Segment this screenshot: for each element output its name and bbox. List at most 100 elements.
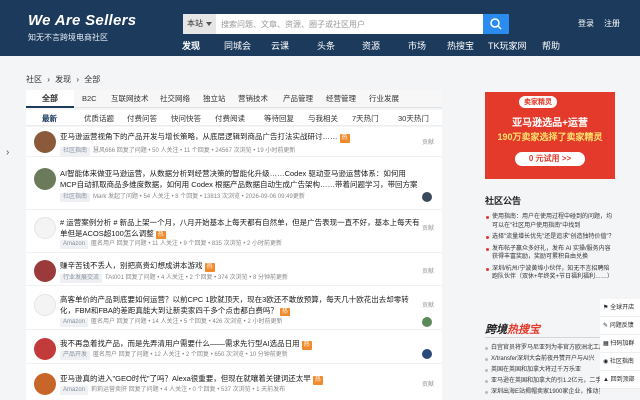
tab-30day-hot[interactable]: 30天热门 [398,113,429,124]
nav-resources[interactable]: 资源 [362,40,380,52]
post-title[interactable]: 亚马逊运营视角下的产品开发与增长策略，从底层逻辑到商品广告打法实战研讨…… 热 [60,131,420,143]
nav-meetup[interactable]: 同城会 [224,40,251,52]
list-item[interactable]: AI智能体来做亚马逊运营，从数据分析到经营决策的智能化升级……Codex 驱动亚… [26,164,442,210]
list-item[interactable]: # 运营案例分析 # 新品上架一个月，八月开始基本上每天都有自然单，但是广告表现… [26,213,442,253]
login-link[interactable]: 登录 [578,18,594,29]
post-tag[interactable]: Amazon [60,386,89,395]
list-item[interactable]: 赚辛苦钱不丢人，别把高贵幻想成讲本游戏热 行业发展交流 TAI001 回复了问题 … [26,256,442,286]
tab-b2c[interactable]: B2C [82,90,97,108]
tab-internet-tech[interactable]: 互联网技术 [111,90,149,108]
back-to-top-button[interactable]: ▲ 回到顶部 [600,371,640,389]
hotsearch-item[interactable]: 深圳出海E站揭帽卖家1900家企业，推动实…… [485,387,600,398]
search-scope-label: 本站 [187,19,203,28]
post-meta-text: 慧风666 回复了问题 • 50 人关注 • 11 个回复 • 24567 次浏… [93,148,296,154]
global-store-button[interactable]: ⚑ 全球开店 [600,299,640,317]
site-logo[interactable]: We Are Sellers 知无不言跨境电商社区 [28,13,136,43]
post-title[interactable]: AI智能体来做亚马逊运营，从数据分析到经营决策的智能化升级……Codex 驱动亚… [60,168,420,190]
post-tag[interactable]: Amazon [60,240,89,249]
post-tag[interactable]: 社区指南 [60,193,91,202]
hotsearch-item[interactable]: 白宫官员将罗马尼亚列为非官方欧洲北工厂之一 [485,343,600,354]
tab-quick-qa[interactable]: 快问快答 [171,113,201,124]
nav-market[interactable]: 市场 [408,40,426,52]
member-avatar[interactable] [422,317,432,327]
nav-cloud-class[interactable]: 云课 [271,40,289,52]
tab-paid-read[interactable]: 付费阅读 [215,113,245,124]
tab-awaiting-reply[interactable]: 等待回复 [264,113,294,124]
feedback-button[interactable]: ✎ 问题反馈 [600,317,640,335]
hotsearch-banner[interactable]: 跨境热搜宝 [485,320,615,338]
search-scope-select[interactable]: 本站 [183,14,216,34]
search-input[interactable] [219,14,481,34]
list-item[interactable]: 亚马逊运营视角下的产品开发与增长策略，从底层逻辑到商品广告打法实战研讨…… 热 社… [26,127,442,157]
list-item[interactable]: 我不再急着找产品，而是先弄清用户需要什么——需求先行型AI选品日用热 产品开发匿… [26,334,442,364]
guide-icon: ◉ [603,359,609,365]
post-title-text[interactable]: 我不再急着找产品，而是先弄清用户需要什么——需求先行型AI选品日用 [60,339,300,348]
tab-product-mgmt[interactable]: 产品管理 [283,90,313,108]
member-avatar[interactable] [422,192,432,202]
ad-line2: 190万卖家选择了卖家精灵 [497,132,603,142]
register-link[interactable]: 注册 [604,18,620,29]
hotsearch-item[interactable]: X/transfer深圳大会前夜丹赞开户与AI兴 [485,354,600,365]
post-title-text[interactable]: 亚马逊运营视角下的产品开发与增长策略，从底层逻辑到商品广告打法实战研讨…… [60,132,338,141]
post-title-text[interactable]: # 运营案例分析 # 新品上架一个月，八月开始基本上每天都有自然单，但是广告表现… [60,218,420,238]
ad-banner-seller-sprite[interactable]: 卖家精灵 亚马逊选品+运营 190万卖家选择了卖家精灵 0 元试用 >> [485,92,615,179]
post-title[interactable]: 赚辛苦钱不丢人，别把高贵幻想成讲本游戏热 [60,260,420,272]
hot-badge: 热 [339,134,350,143]
post-title[interactable]: 高客单价的产品到底要如何运营？以前CPC 1欧就顶天，现在3欧还不敢放预算，每天… [60,294,420,316]
avatar[interactable] [34,294,56,316]
tab-marketing-tech[interactable]: 营销技术 [238,90,268,108]
member-avatar[interactable] [422,349,432,359]
post-tag[interactable]: 行业发展交流 [60,274,103,283]
tab-industry[interactable]: 行业发展 [369,90,399,108]
tab-related[interactable]: 与我相关 [308,113,338,124]
notice-item[interactable]: 使用指南：用户在使用过程中碰到的问题，均可以在"社区用户使用指南"中找到 [485,213,615,230]
nav-headlines[interactable]: 头条 [317,40,335,52]
nav-tk-players[interactable]: TK玩家网 [488,40,527,52]
guide-button[interactable]: ◉ 社区指南 [600,353,640,371]
ad-trial-button[interactable]: 0 元试用 >> [515,152,585,166]
notice-item[interactable]: 深圳/杭州/宁波黄埠小伙伴，知无不言招聘陪跑队伙伴（双休+年终奖+节日福利福利…… [485,265,615,282]
notice-item[interactable]: 发布帖子赢众多好礼，发布 AI 实操/服务内容获得丰富奖励，奖励可累积自由兑换 [485,245,615,262]
post-title-text[interactable]: 赚辛苦钱不丢人，别把高贵幻想成讲本游戏 [60,261,203,270]
post-title-text[interactable]: AI智能体来做亚马逊运营，从数据分析到经营决策的智能化升级……Codex 驱动亚… [60,169,418,190]
hot-badge: 热 [279,308,290,316]
chevron-right-icon[interactable]: › [6,147,9,158]
hotsearch-item[interactable]: 亚马逊在英国和加拿大的引1.2亿元，二手车出 [485,376,600,387]
avatar[interactable] [34,260,56,282]
avatar[interactable] [34,217,56,239]
nav-discover[interactable]: 发现 [182,40,200,52]
contribute-label: 贡献 [421,226,434,232]
tab-quality[interactable]: 优质话题 [84,113,114,124]
notice-item[interactable]: 选择"流量增长优先"还是追求"创造独特价值"？ [485,233,615,242]
list-item[interactable]: 亚马逊真的进入"GEO时代"了吗？Alexa很重要，但现在就嚷着关键词还太早热 … [26,369,442,400]
breadcrumb-discover[interactable]: 发现 [55,75,71,84]
post-meta: 产品开发 匿名用户 回复了问题 • 12 人关注 • 2 个回复 • 650 次浏… [60,349,288,360]
post-tag[interactable]: Amazon [60,318,89,327]
nav-help[interactable]: 帮助 [542,40,560,52]
post-tag[interactable]: 社区指南 [60,147,91,156]
avatar[interactable] [34,131,56,153]
arrow-up-icon: ▲ [603,377,609,383]
avatar[interactable] [34,338,56,360]
tab-all[interactable]: 全部 [26,90,74,108]
tab-business-mgmt[interactable]: 经营管理 [326,90,356,108]
tab-standalone[interactable]: 独立站 [203,90,226,108]
avatar[interactable] [34,168,56,190]
post-tag[interactable]: 产品开发 [60,351,91,360]
search-button[interactable] [483,14,509,34]
hotsearch-title-part2: 热搜宝 [507,324,540,336]
list-item[interactable]: 高客单价的产品到底要如何运营？以前CPC 1欧就顶天，现在3欧还不敢放预算，每天… [26,290,442,330]
join-group-button[interactable]: ▦ 扫码加群 [600,335,640,353]
breadcrumb-community[interactable]: 社区 [26,75,42,84]
hotsearch-item[interactable]: 英国在英国和加拿大将过千万乐亚 [485,365,600,376]
post-title-text[interactable]: 亚马逊真的进入"GEO时代"了吗？Alexa很重要，但现在就嚷着关键词还太早 [60,374,311,383]
floating-toolbar: ⚑ 全球开店 ✎ 问题反馈 ▦ 扫码加群 ◉ 社区指南 ▲ 回到顶部 [600,299,640,389]
post-title[interactable]: # 运营案例分析 # 新品上架一个月，八月开始基本上每天都有自然单，但是广告表现… [60,217,420,239]
tab-social[interactable]: 社交网络 [160,90,190,108]
nav-hotsearch[interactable]: 热搜宝 [447,40,474,52]
avatar[interactable] [34,373,56,395]
tab-paid-qa[interactable]: 付费问答 [127,113,157,124]
tab-7day-hot[interactable]: 7天热门 [352,113,379,124]
post-title-text[interactable]: 高客单价的产品到底要如何运营？以前CPC 1欧就顶天，现在3欧还不敢放预算，每天… [60,295,409,315]
tab-latest[interactable]: 最新 [42,113,57,124]
